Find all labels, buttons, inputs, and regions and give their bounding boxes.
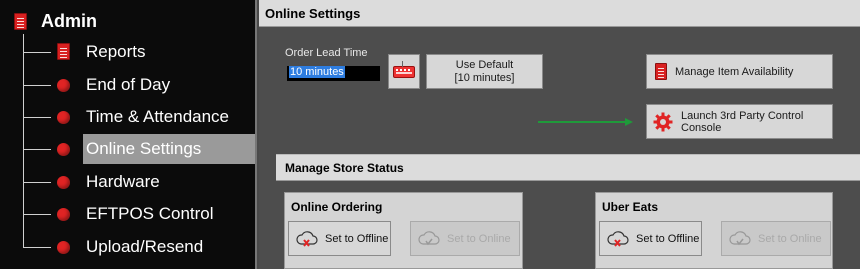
uber-eats-group: Uber Eats Set to Offline Set to Online <box>595 192 833 269</box>
manage-item-availability-button[interactable]: Manage Item Availability <box>646 54 833 89</box>
online-ordering-group: Online Ordering Set to Offline Set to On… <box>284 192 523 269</box>
set-offline-label: Set to Offline <box>325 232 389 245</box>
launch-console-button[interactable]: Launch 3rd Party Control Console <box>646 104 833 139</box>
sidebar-header[interactable]: Admin <box>14 8 97 34</box>
admin-document-icon <box>14 12 27 30</box>
sidebar-item-eftpos-control[interactable]: EFTPOS Control <box>0 199 255 229</box>
sidebar-item-label: Online Settings <box>83 134 255 164</box>
group-title: Uber Eats <box>602 200 659 214</box>
online-settings-panel: Online Settings Order Lead Time 10 minut… <box>259 0 860 269</box>
sidebar-item-label: Time & Attendance <box>86 107 230 126</box>
red-dot-icon <box>57 208 70 221</box>
sidebar-item-label: End of Day <box>86 75 171 94</box>
cloud-offline-icon <box>296 230 318 247</box>
set-offline-label: Set to Offline <box>636 232 700 245</box>
set-online-button[interactable]: Set to Online <box>721 221 831 256</box>
sidebar-item-label: Hardware <box>86 172 160 191</box>
gear-icon <box>653 112 673 131</box>
sidebar-item-hardware[interactable]: Hardware <box>0 167 255 197</box>
red-dot-icon <box>57 111 70 124</box>
keyboard-button[interactable] <box>388 54 420 89</box>
sidebar-item-end-of-day[interactable]: End of Day <box>0 70 255 100</box>
sidebar-item-reports[interactable]: Reports <box>0 37 255 67</box>
sidebar-item-label: Upload/Resend <box>86 237 204 256</box>
cloud-offline-icon <box>607 230 629 247</box>
set-online-button[interactable]: Set to Online <box>410 221 520 256</box>
set-offline-button[interactable]: Set to Offline <box>599 221 702 256</box>
order-lead-time-value: 10 minutes <box>289 66 345 78</box>
order-lead-time-label: Order Lead Time <box>285 47 368 59</box>
launch-console-label-2: Console <box>681 121 722 134</box>
red-dot-icon <box>57 176 70 189</box>
cloud-online-icon <box>729 230 751 245</box>
panel-title: Online Settings <box>265 6 361 21</box>
red-dot-icon <box>57 143 70 156</box>
sidebar-item-label: EFTPOS Control <box>86 204 214 223</box>
manage-store-status-header: Manage Store Status <box>276 154 860 181</box>
sidebar-item-upload-resend[interactable]: Upload/Resend <box>0 232 255 262</box>
panel-header: Online Settings <box>259 0 860 27</box>
order-lead-time-input[interactable]: 10 minutes <box>287 66 380 81</box>
red-dot-icon <box>57 241 70 254</box>
use-default-button[interactable]: Use Default [10 minutes] <box>426 54 543 89</box>
sidebar-title: Admin <box>41 10 97 31</box>
sidebar-item-label: Reports <box>86 42 146 61</box>
use-default-label: Use Default <box>455 59 514 71</box>
set-online-label: Set to Online <box>447 232 511 245</box>
set-online-label: Set to Online <box>758 232 822 245</box>
red-dot-icon <box>57 79 70 92</box>
document-icon <box>57 43 70 60</box>
sidebar-item-time-attendance[interactable]: Time & Attendance <box>0 102 255 132</box>
green-arrow-icon <box>538 118 633 126</box>
keyboard-icon <box>393 60 415 78</box>
admin-sidebar: Admin Reports End of Day Time & Attendan… <box>0 0 257 269</box>
launch-console-label-1: Launch 3rd Party Control <box>681 109 804 122</box>
set-offline-button[interactable]: Set to Offline <box>288 221 391 256</box>
sidebar-item-online-settings[interactable]: Online Settings <box>0 134 255 164</box>
group-title: Online Ordering <box>291 200 383 214</box>
cloud-online-icon <box>418 230 440 245</box>
manage-item-availability-label: Manage Item Availability <box>675 65 794 78</box>
document-icon <box>655 63 667 80</box>
manage-store-status-title: Manage Store Status <box>285 161 404 175</box>
use-default-value: [10 minutes] <box>454 72 515 84</box>
